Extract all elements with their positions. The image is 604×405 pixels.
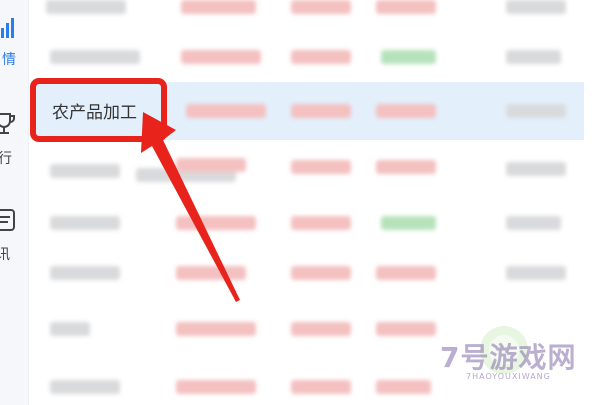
watermark: 7号游戏网 7HAOYOUXIWANG (440, 324, 600, 404)
watermark-title: 7号游戏网 (440, 341, 577, 374)
watermark-subtitle: 7HAOYOUXIWANG (466, 372, 551, 381)
